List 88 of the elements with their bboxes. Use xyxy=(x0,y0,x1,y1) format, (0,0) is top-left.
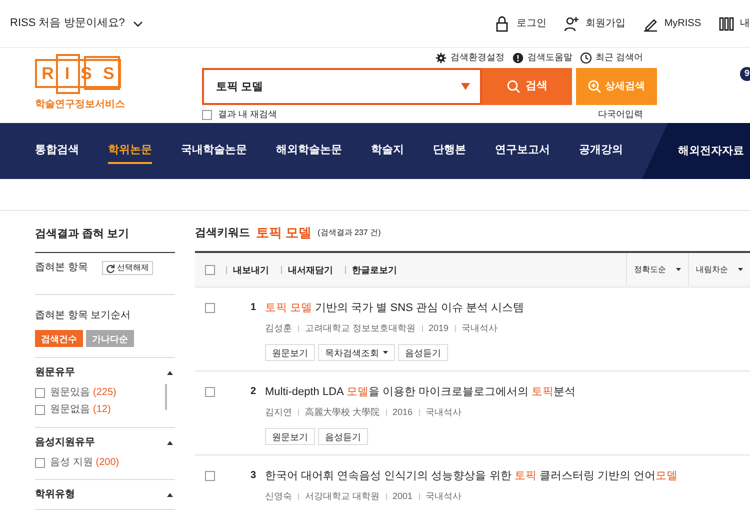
select-all-checkbox[interactable] xyxy=(205,264,215,274)
checkbox[interactable] xyxy=(205,471,215,481)
result-count: (검색결과 237 건) xyxy=(318,227,381,239)
nav-tab[interactable]: 해외학술논문 xyxy=(276,138,342,164)
chevron-down-icon xyxy=(132,20,143,26)
result-meta: 김성훈 xyxy=(265,322,292,335)
sort-dropdown[interactable]: 내림차순 xyxy=(688,253,750,286)
result-number: 3 xyxy=(249,469,257,483)
logo-subtitle: 학술연구정보서비스 xyxy=(35,98,125,112)
nav-tab[interactable]: 학술지 xyxy=(371,138,404,164)
scrollbar[interactable] xyxy=(165,384,167,410)
result-number: 1 xyxy=(249,301,257,315)
filter-option-label: 원문있음 xyxy=(50,386,90,400)
nav-tab[interactable]: 연구보고서 xyxy=(495,138,550,164)
result-meta: 국내석사 xyxy=(462,322,498,335)
nav-tab[interactable]: 단행본 xyxy=(433,138,466,164)
checkbox[interactable] xyxy=(205,387,215,397)
result-action-button[interactable]: 음성듣기 xyxy=(318,428,368,445)
caret-icon xyxy=(676,268,681,271)
nav-tab[interactable]: 학위논문 xyxy=(108,138,152,164)
result-title-link[interactable]: Multi-depth LDA 모델을 이용한 마이크로블로그에서의 토픽분석 xyxy=(265,385,750,399)
filter-option-label: 원문없음 xyxy=(50,402,90,416)
filter-count: (225) xyxy=(93,386,116,400)
search-keyword: 토픽 모델 xyxy=(256,226,312,240)
header-tool-link[interactable]: 검색도움말 xyxy=(512,51,572,65)
checkbox[interactable] xyxy=(202,110,212,120)
reset-selection-button[interactable]: 선택해제 xyxy=(102,261,153,275)
result-action-button[interactable]: 목차검색조회 xyxy=(318,344,395,361)
filter-count: (12) xyxy=(93,402,111,416)
filter-section-title: 음성지원유무 xyxy=(35,436,95,450)
caret-icon xyxy=(738,268,743,271)
result-meta: 2016 xyxy=(392,406,413,419)
result-meta: 신영숙 xyxy=(265,490,292,503)
checkbox-label: 결과 내 재검색 xyxy=(218,108,278,121)
filter-option-label: 음성 지원 xyxy=(50,456,93,470)
dropdown-arrow-icon xyxy=(461,83,470,90)
add-user-icon xyxy=(564,16,580,32)
result-meta: 高麗大學校 大學院 xyxy=(305,406,380,419)
zoom-in-icon xyxy=(588,80,601,93)
result-meta: 2019 xyxy=(428,322,449,335)
result-number: 2 xyxy=(249,385,257,399)
books-icon xyxy=(719,16,735,32)
checkbox[interactable] xyxy=(35,404,45,414)
header-tool-link[interactable]: 최근 검색어 xyxy=(580,51,643,65)
refresh-icon xyxy=(106,264,115,272)
result-meta: 2001 xyxy=(392,490,413,503)
toolbar-action-button[interactable]: 내서재담기 xyxy=(288,262,333,276)
checkbox[interactable] xyxy=(35,458,45,468)
checkbox[interactable] xyxy=(205,303,215,313)
nav-tab[interactable]: 해외전자자료 xyxy=(642,123,750,179)
result-title-link[interactable]: 한국어 대어휘 연속음성 인식기의 성능향상을 위한 토픽 클러스터링 기반의 언어모델 xyxy=(265,469,750,483)
top-link[interactable]: 로그인 xyxy=(495,16,546,32)
result-title-link[interactable]: 토픽 모델 기반의 국가 별 SNS 관심 이슈 분석 시스템 xyxy=(265,301,750,315)
result-action-button[interactable]: 음성듣기 xyxy=(398,344,448,361)
caret-icon xyxy=(383,351,388,354)
top-link[interactable]: 회원가입 xyxy=(564,16,626,32)
narrowed-items-label: 좁혀본 항목 xyxy=(35,261,88,275)
header-tool-link[interactable]: 검색환경설정 xyxy=(435,51,504,65)
result-meta: 고려대학교 정보보호대학원 xyxy=(305,322,416,335)
nav-tab[interactable]: 통합검색 xyxy=(35,138,79,164)
sort-dropdown[interactable]: 정확도순 xyxy=(626,253,688,286)
keyword-label: 검색키워드 xyxy=(195,226,250,240)
badge: 9 xyxy=(740,67,750,81)
nav-tab[interactable]: 국내학술논문 xyxy=(181,138,247,164)
toolbar-action-button[interactable]: 내보내기 xyxy=(233,262,269,276)
sidebar-title: 검색결과 좁혀 보기 xyxy=(35,215,175,253)
search-field[interactable]: 토픽 모델 xyxy=(202,68,482,105)
toolbar-action-button[interactable]: 한글로보기 xyxy=(352,262,397,276)
top-link[interactable]: MyRISS xyxy=(643,16,701,32)
first-visit-menu[interactable]: RISS 처음 방문이세요? xyxy=(10,15,143,32)
top-link[interactable]: 내 xyxy=(719,16,750,32)
filter-count: (200) xyxy=(96,456,120,470)
result-meta: 국내석사 xyxy=(426,490,462,503)
result-meta: 김지연 xyxy=(265,406,292,419)
result-action-button[interactable]: 원문보기 xyxy=(265,428,315,445)
result-meta: 서강대학교 대학원 xyxy=(305,490,380,503)
settings-icon xyxy=(435,52,448,64)
result-meta: 국내석사 xyxy=(426,406,462,419)
filter-section-title: 원문유무 xyxy=(35,366,75,380)
order-label: 좁혀본 항목 보기순서 xyxy=(35,309,132,323)
result-action-button[interactable]: 원문보기 xyxy=(265,344,315,361)
search-icon xyxy=(506,80,520,93)
checkbox[interactable] xyxy=(35,388,45,398)
multilanguage-input-link[interactable]: 다국어입력 xyxy=(598,108,643,122)
nav-tab[interactable]: 공개강의 xyxy=(579,138,623,164)
help-icon xyxy=(512,52,524,64)
filter-section-title: 학위유형 xyxy=(35,488,75,502)
clock-icon xyxy=(580,52,592,64)
